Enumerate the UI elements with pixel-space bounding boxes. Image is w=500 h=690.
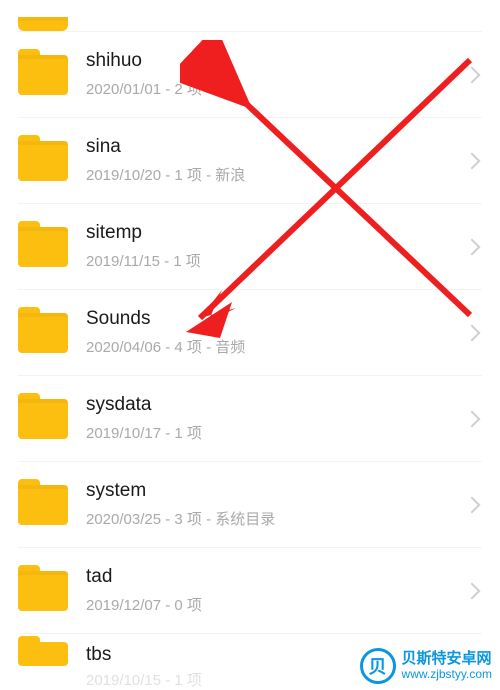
folder-row[interactable]: sitemp 2019/11/15 - 1 项 bbox=[18, 204, 482, 290]
folder-name: sysdata bbox=[86, 394, 466, 417]
folder-name: sina bbox=[86, 136, 466, 159]
folder-meta: 2019/12/07 - 0 项 bbox=[86, 594, 466, 615]
folder-row[interactable]: shihuo 2020/01/01 - 2 项 bbox=[18, 32, 482, 118]
chevron-right-icon bbox=[464, 496, 481, 513]
folder-list: 2019/11/15 - 1 项 shihuo 2020/01/01 - 2 项… bbox=[0, 0, 500, 678]
chevron-right-icon bbox=[464, 582, 481, 599]
folder-meta: 2020/01/01 - 2 项 bbox=[86, 78, 466, 99]
folder-row[interactable]: sysdata 2019/10/17 - 1 项 bbox=[18, 376, 482, 462]
folder-icon bbox=[18, 313, 68, 353]
chevron-right-icon bbox=[464, 66, 481, 83]
folder-icon bbox=[18, 642, 68, 666]
folder-icon bbox=[18, 17, 68, 31]
chevron-right-icon bbox=[464, 238, 481, 255]
chevron-right-icon bbox=[464, 152, 481, 169]
folder-icon bbox=[18, 141, 68, 181]
folder-meta: 2020/03/25 - 3 项 - 系统目录 bbox=[86, 508, 466, 529]
folder-meta: 2020/04/06 - 4 项 - 音频 bbox=[86, 336, 466, 357]
folder-icon bbox=[18, 399, 68, 439]
chevron-right-icon bbox=[464, 324, 481, 341]
folder-row[interactable]: system 2020/03/25 - 3 项 - 系统目录 bbox=[18, 462, 482, 548]
folder-meta: 2019/11/15 - 1 项 bbox=[86, 250, 466, 271]
folder-meta: 2019/10/17 - 1 项 bbox=[86, 422, 466, 443]
folder-row-sounds[interactable]: Sounds 2020/04/06 - 4 项 - 音频 bbox=[18, 290, 482, 376]
folder-name: Sounds bbox=[86, 308, 466, 331]
folder-meta: 2019/10/15 - 1 项 bbox=[86, 669, 482, 690]
folder-icon bbox=[18, 227, 68, 267]
chevron-right-icon bbox=[464, 410, 481, 427]
folder-name: system bbox=[86, 480, 466, 503]
folder-row[interactable]: tbs 2019/10/15 - 1 项 bbox=[18, 634, 482, 678]
folder-row[interactable]: 2019/11/15 - 1 项 bbox=[18, 0, 482, 32]
folder-row[interactable]: sina 2019/10/20 - 1 项 - 新浪 bbox=[18, 118, 482, 204]
folder-icon bbox=[18, 485, 68, 525]
folder-name: sitemp bbox=[86, 222, 466, 245]
folder-name: tbs bbox=[86, 644, 482, 667]
folder-row[interactable]: tad 2019/12/07 - 0 项 bbox=[18, 548, 482, 634]
folder-icon bbox=[18, 571, 68, 611]
folder-name: tad bbox=[86, 566, 466, 589]
folder-name: shihuo bbox=[86, 50, 466, 73]
folder-meta: 2019/10/20 - 1 项 - 新浪 bbox=[86, 164, 466, 185]
folder-icon bbox=[18, 55, 68, 95]
